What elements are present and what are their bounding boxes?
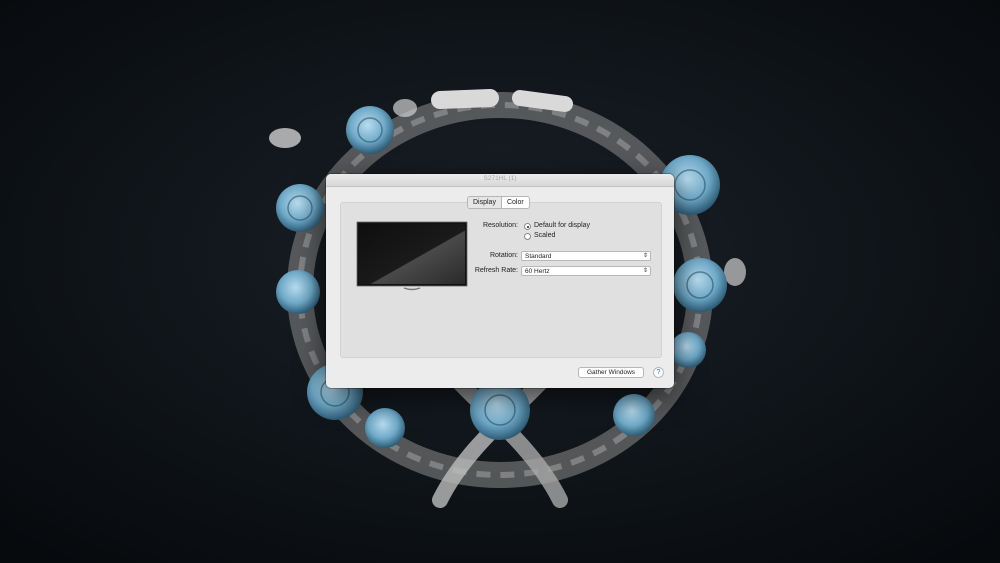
- tab-bar: Display Color: [467, 196, 530, 209]
- updown-chevron-icon: ⇕: [642, 268, 648, 274]
- rotation-label: Rotation:: [489, 252, 518, 259]
- refresh-rate-select[interactable]: 60 Hertz ⇕: [521, 266, 651, 276]
- radio-scaled[interactable]: [524, 233, 531, 240]
- default-for-display-label[interactable]: Default for display: [534, 222, 590, 229]
- resolution-label: Resolution:: [482, 222, 518, 229]
- radio-default-for-display[interactable]: [524, 223, 531, 230]
- rotation-value: Standard: [525, 253, 552, 260]
- scaled-label[interactable]: Scaled: [534, 232, 555, 239]
- tab-display[interactable]: Display: [468, 197, 502, 208]
- refresh-rate-value: 60 Hertz: [525, 268, 550, 275]
- title-bar[interactable]: S271HL (1): [326, 174, 674, 187]
- gather-windows-button[interactable]: Gather Windows: [578, 367, 644, 378]
- tab-color[interactable]: Color: [502, 197, 529, 208]
- display-panel: Resolution: Default for display Scaled R…: [340, 202, 662, 358]
- display-preferences-window: S271HL (1) Display Color Resolution: Def…: [326, 174, 674, 388]
- question-icon[interactable]: ?: [653, 367, 664, 378]
- updown-chevron-icon: ⇕: [642, 253, 648, 259]
- refresh-rate-label: Refresh Rate:: [474, 267, 518, 274]
- window-title: S271HL (1): [483, 175, 517, 182]
- rotation-select[interactable]: Standard ⇕: [521, 251, 651, 261]
